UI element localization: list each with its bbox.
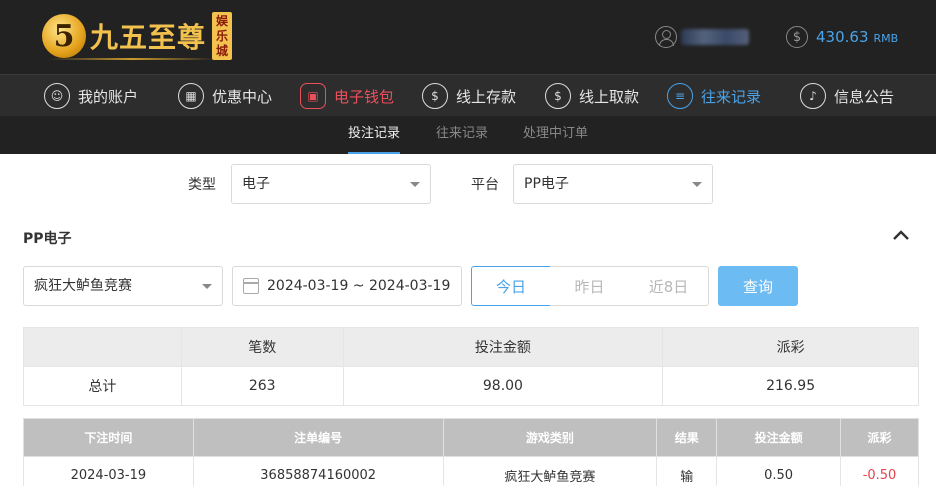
nav-announcements[interactable]: ♪ 信息公告 [800,81,894,111]
col-bet-id: 注单编号 [192,418,444,457]
username-blurred [681,29,749,45]
summary-header-row: 笔数 投注金额 派彩 [23,327,919,367]
platform-select[interactable]: PP电子 [513,164,713,204]
summary-table: 笔数 投注金额 派彩 总计 263 98.00 216.95 [23,327,919,406]
summary-header-bet-amount: 投注金额 [342,327,664,367]
nav-transaction-records[interactable]: ≡ 往来记录 [667,81,761,111]
gift-icon: ▦ [178,83,204,109]
summary-total-row: 总计 263 98.00 216.95 [23,366,919,406]
nav-e-wallet[interactable]: ▣ 电子钱包 [300,81,394,111]
tab-bet-records[interactable]: 投注记录 [348,116,401,154]
tab-transactions[interactable]: 往来记录 [436,116,488,154]
records-header-row: 下注时间 注单编号 游戏类别 结果 投注金额 派彩 [23,418,919,457]
section-title: PP电子 [23,231,72,247]
logo-badge: 5 [42,14,86,58]
chevron-down-icon [692,182,702,187]
summary-total-count: 263 [180,366,344,406]
sub-tabs: 投注记录 往来记录 处理中订单 [0,116,936,154]
summary-header-payout: 派彩 [662,327,919,367]
summary-total-bet: 98.00 [342,366,664,406]
cell-payout: -0.50 [840,456,919,486]
logo-seal: 娱 乐 城 [212,12,233,60]
balance-amount: 430.63 [816,28,869,46]
user-info[interactable] [655,26,749,48]
cell-bet-amount: 0.50 [716,456,842,486]
col-result: 结果 [656,418,718,457]
type-label: 类型 [188,177,216,193]
deposit-icon: $ [422,83,448,109]
quick-range-8days[interactable]: 近8日 [629,266,709,306]
bell-icon: ♪ [800,83,826,109]
col-payout: 派彩 [840,418,919,457]
withdraw-icon: $ [545,83,571,109]
date-range-picker[interactable]: 2024-03-19 ~ 2024-03-19 [232,266,462,306]
brand-name: 九五至尊 [90,21,207,54]
summary-total-label: 总计 [23,366,182,406]
col-game-type: 游戏类别 [442,418,658,457]
chevron-up-icon[interactable] [892,228,910,242]
quick-range-today[interactable]: 今日 [471,266,551,306]
summary-header-blank [23,327,182,367]
col-bet-time: 下注时间 [23,418,194,457]
cell-game-type: 疯狂大鲈鱼竞赛 [442,456,658,486]
nav-my-account[interactable]: ☺ 我的账户 [44,81,138,111]
records-icon: ≡ [667,83,693,109]
cell-bet-time: 2024-03-19 [23,456,194,486]
nav-promotions[interactable]: ▦ 优惠中心 [178,81,272,111]
wallet-icon: ▣ [300,83,326,109]
dollar-coin-icon: $ [786,26,808,48]
logo-underline [48,58,216,60]
balance-display: $ 430.63 RMB [786,26,898,48]
table-row: 2024-03-19 36858874160002 疯狂大鲈鱼竞赛 输 0.50… [23,456,919,486]
nav-online-deposit[interactable]: $ 线上存款 [422,81,516,111]
top-header: 5 九五至尊 娱 乐 城 $ 430.63 RMB [0,0,936,74]
summary-total-payout: 216.95 [662,366,919,406]
chevron-down-icon [202,284,212,289]
summary-header-count: 笔数 [180,327,344,367]
balance-currency: RMB [873,32,899,45]
bet-records-table: 下注时间 注单编号 游戏类别 结果 投注金额 派彩 2024-03-19 368… [23,418,919,486]
user-icon: ☺ [44,83,70,109]
main-nav: ☺ 我的账户 ▦ 优惠中心 ▣ 电子钱包 $ 线上存款 $ 线上取款 ≡ 往来记… [0,74,936,116]
user-icon [655,26,677,48]
cell-bet-id: 36858874160002 [192,456,444,486]
quick-range-yesterday[interactable]: 昨日 [550,266,630,306]
query-button[interactable]: 查询 [718,266,798,306]
calendar-icon [243,278,259,294]
cell-result: 输 [656,456,718,486]
platform-label: 平台 [471,177,499,193]
type-select[interactable]: 电子 [231,164,431,204]
col-bet-amount: 投注金额 [716,418,842,457]
nav-online-withdraw[interactable]: $ 线上取款 [545,81,639,111]
brand-logo[interactable]: 5 九五至尊 娱 乐 城 [42,10,233,62]
tab-pending-orders[interactable]: 处理中订单 [523,116,588,154]
game-select[interactable]: 疯狂大鲈鱼竞赛 [23,266,223,306]
chevron-down-icon [410,182,420,187]
